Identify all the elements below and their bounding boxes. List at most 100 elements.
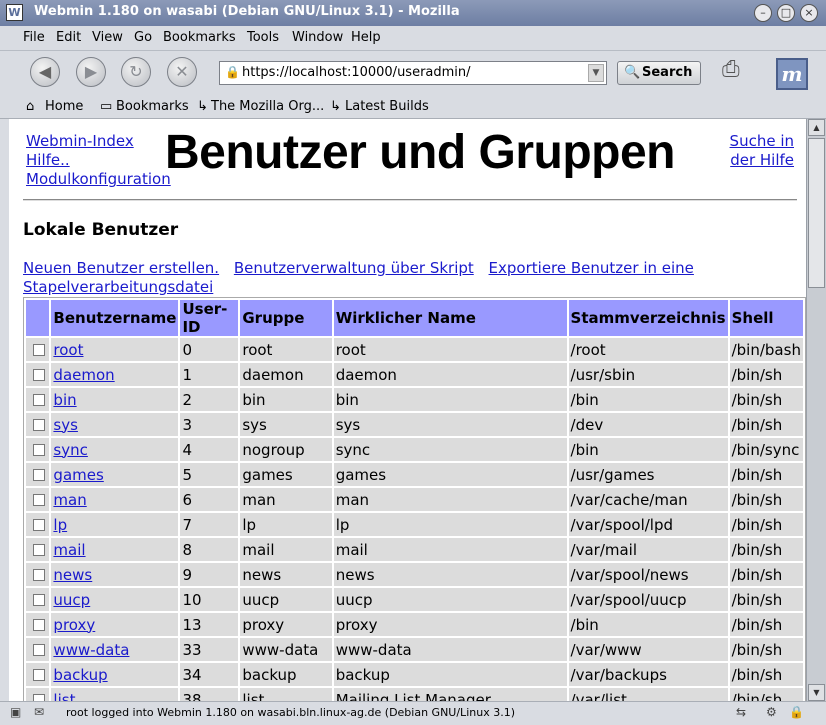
menu-window[interactable]: Window [292,30,343,45]
url-text[interactable]: https://localhost:10000/useradmin/ [242,65,471,80]
table-row: root 0 root root/root/bin/bash [26,338,803,361]
username-link[interactable]: proxy [53,616,95,634]
table-cell: /bin/bash [729,338,803,361]
username-link[interactable]: root [53,341,83,359]
username-link[interactable]: list [53,691,75,702]
menu-help[interactable]: Help [351,30,381,45]
row-checkbox[interactable] [33,494,45,506]
row-checkbox[interactable] [33,544,45,556]
username-link[interactable]: backup [53,666,107,684]
username-cell: man [51,488,179,511]
reload-icon[interactable]: ↻ [121,57,151,87]
status-message: root logged into Webmin 1.180 on wasabi.… [66,706,515,719]
username-link[interactable]: sys [53,416,78,434]
username-link[interactable]: lp [53,516,67,534]
webmin-index-link[interactable]: Webmin-Index [26,132,171,151]
username-link[interactable]: uucp [53,591,90,609]
print-icon[interactable]: ⎙ [722,57,758,89]
table-row: news 9 news news/var/spool/news/bin/sh [26,563,803,586]
select-cell [26,663,50,686]
table-cell: /var/backups [568,663,728,686]
table-cell: /bin/sh [729,513,803,536]
scroll-up-icon[interactable]: ▲ [808,119,825,136]
navigation-toolbar: ◀ ▶ ↻ ✕ 🔒 https://localhost:10000/userad… [0,51,826,98]
bookmark-latest-builds[interactable]: Latest Builds [345,99,429,114]
row-checkbox[interactable] [33,469,45,481]
username-cell: list [51,688,179,702]
menu-file[interactable]: File [23,30,45,45]
row-checkbox[interactable] [33,669,45,681]
username-cell: sync [51,438,179,461]
row-checkbox[interactable] [33,419,45,431]
sidebar-grippy[interactable] [0,119,9,701]
scroll-down-icon[interactable]: ▼ [808,684,825,701]
username-link[interactable]: sync [53,441,87,459]
menu-tools[interactable]: Tools [247,30,279,45]
select-cell [26,338,50,361]
maximize-icon[interactable]: □ [777,4,795,22]
username-link[interactable]: man [53,491,86,509]
table-cell: /bin/sh [729,613,803,636]
menu-edit[interactable]: Edit [56,30,81,45]
minimize-icon[interactable]: – [754,4,772,22]
webmin-app-icon[interactable]: W [6,4,23,21]
table-cell: mail [240,538,332,561]
username-cell: proxy [51,613,179,636]
search-help-link[interactable]: Suche in der Hilfe [702,132,794,170]
search-button[interactable]: 🔍 Search [617,61,701,85]
url-dropdown-icon[interactable]: ▼ [588,64,604,82]
table-cell: /bin [568,388,728,411]
username-link[interactable]: daemon [53,366,114,384]
status-bar: ▣ ✉ root logged into Webmin 1.180 on was… [0,701,826,725]
batch-script-link[interactable]: Benutzerverwaltung über Skript [234,259,474,277]
row-checkbox[interactable] [33,369,45,381]
row-checkbox[interactable] [33,619,45,631]
help-link[interactable]: Hilfe.. [26,151,171,170]
username-link[interactable]: news [53,566,92,584]
select-cell [26,613,50,636]
column-header: User-ID [180,300,239,336]
row-checkbox[interactable] [33,519,45,531]
table-cell: 6 [180,488,239,511]
username-link[interactable]: mail [53,541,85,559]
row-checkbox[interactable] [33,594,45,606]
table-cell: 3 [180,413,239,436]
row-checkbox[interactable] [33,644,45,656]
username-link[interactable]: bin [53,391,76,409]
select-cell [26,638,50,661]
row-checkbox[interactable] [33,444,45,456]
bookmark-mozilla-org[interactable]: The Mozilla Org... [211,99,324,114]
table-row: uucp 10 uucp uucp/var/spool/uucp/bin/sh [26,588,803,611]
row-checkbox[interactable] [33,344,45,356]
username-link[interactable]: games [53,466,103,484]
security-lock-icon[interactable]: 🔒 [789,705,804,719]
back-icon[interactable]: ◀ [30,57,60,87]
vertical-scrollbar[interactable]: ▲ ▼ [806,119,826,701]
webmin-status-icon: ▣ [10,705,22,719]
bookmark-bookmarks[interactable]: Bookmarks [116,99,189,114]
url-bar[interactable]: 🔒 https://localhost:10000/useradmin/ ▼ [219,61,607,85]
table-cell: /bin/sh [729,538,803,561]
select-cell [26,388,50,411]
online-icon[interactable]: ⇆ [736,705,746,719]
module-config-link[interactable]: Modulkonfiguration [26,170,171,189]
select-cell [26,363,50,386]
row-checkbox[interactable] [33,394,45,406]
menu-bar: File Edit View Go Bookmarks Tools Window… [0,26,826,51]
close-icon[interactable]: × [800,4,818,22]
window-title: Webmin 1.180 on wasabi (Debian GNU/Linux… [34,4,460,19]
username-link[interactable]: www-data [53,641,129,659]
menu-view[interactable]: View [92,30,123,45]
table-cell: /bin/sh [729,638,803,661]
forward-icon[interactable]: ▶ [76,57,106,87]
page-content: Webmin-Index Hilfe.. Modulkonfiguration … [9,119,806,701]
mozilla-logo[interactable]: m [776,58,808,90]
menu-go[interactable]: Go [134,30,152,45]
create-user-link[interactable]: Neuen Benutzer erstellen. [23,259,219,277]
scrollbar-thumb[interactable] [808,138,825,288]
row-checkbox[interactable] [33,569,45,581]
menu-bookmarks[interactable]: Bookmarks [163,30,236,45]
stop-icon[interactable]: ✕ [167,57,197,87]
row-checkbox[interactable] [33,694,45,701]
bookmark-home[interactable]: Home [45,99,83,114]
